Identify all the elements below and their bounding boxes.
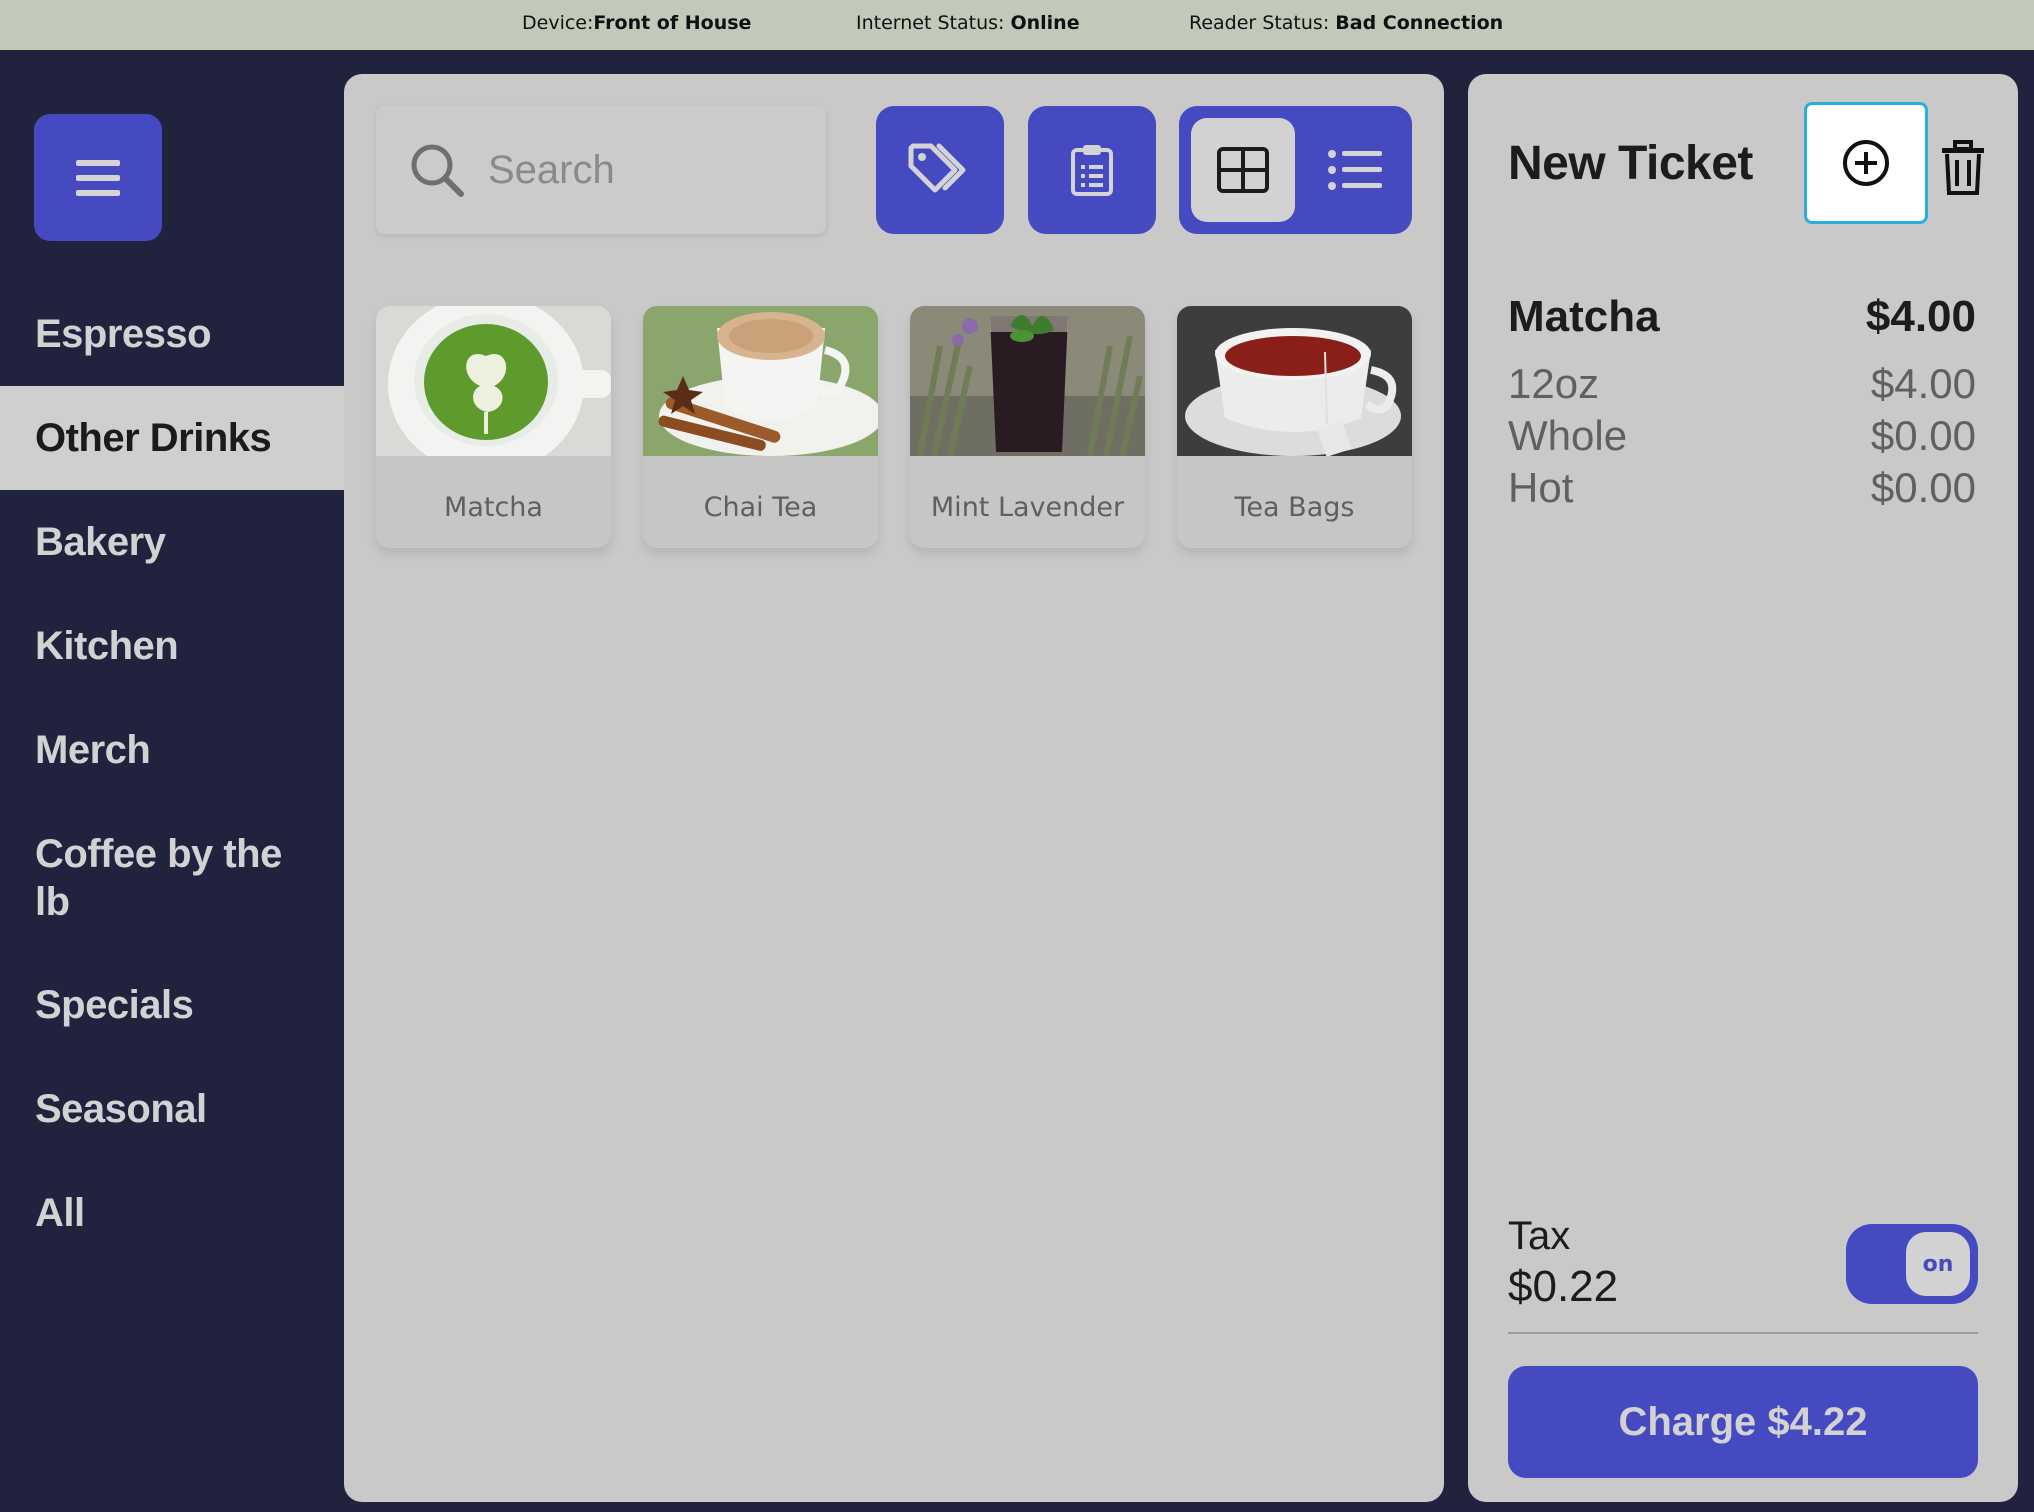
view-toggle bbox=[1179, 106, 1412, 234]
ticket-panel: New Ticket Matcha $4.00 12oz $4.00 Whole… bbox=[1468, 74, 2018, 1502]
internet-status-label: Internet Status: bbox=[856, 12, 1011, 34]
product-name: Matcha bbox=[444, 492, 543, 523]
sidebar-item-merch[interactable]: Merch bbox=[0, 726, 344, 774]
product-panel: Matcha Chai Tea Mint Lavender bbox=[344, 74, 1444, 1502]
tax-toggle[interactable]: on bbox=[1846, 1224, 1978, 1304]
list-icon bbox=[1328, 150, 1382, 190]
sidebar-item-kitchen[interactable]: Kitchen bbox=[0, 622, 344, 670]
sidebar-item-seasonal[interactable]: Seasonal bbox=[0, 1085, 344, 1133]
search-box[interactable] bbox=[376, 106, 826, 234]
notes-button[interactable] bbox=[1028, 106, 1156, 234]
device-status-label: Device: bbox=[522, 12, 594, 34]
modifier-price: $0.00 bbox=[1870, 412, 1976, 459]
modifier-price: $4.00 bbox=[1870, 360, 1976, 407]
sidebar-item-espresso[interactable]: Espresso bbox=[0, 310, 344, 358]
sidebar-item-coffee-by-the-lb[interactable]: Coffee by the lb bbox=[0, 830, 320, 926]
modifier-name: Whole bbox=[1508, 412, 1628, 459]
menu-button[interactable] bbox=[34, 114, 162, 241]
chai-tea-image bbox=[643, 306, 878, 456]
hamburger-icon bbox=[76, 159, 120, 196]
modifier-name: 12oz bbox=[1508, 360, 1600, 407]
divider bbox=[1508, 1332, 1978, 1334]
product-card-matcha[interactable]: Matcha bbox=[376, 306, 611, 548]
sidebar-item-all[interactable]: All bbox=[0, 1189, 344, 1237]
sidebar-item-bakery[interactable]: Bakery bbox=[0, 518, 344, 566]
internet-status-value: Online bbox=[1010, 12, 1080, 34]
reader-status-value: Bad Connection bbox=[1335, 12, 1504, 34]
tea-bags-image bbox=[1177, 306, 1412, 457]
modifier-name: Hot bbox=[1508, 464, 1574, 511]
sidebar-item-specials[interactable]: Specials bbox=[0, 981, 344, 1029]
tax-toggle-knob: on bbox=[1906, 1232, 1970, 1296]
modifier-price: $0.00 bbox=[1870, 464, 1976, 511]
delete-ticket-button[interactable] bbox=[1938, 140, 1988, 196]
add-ticket-button[interactable] bbox=[1804, 102, 1928, 224]
grid-view-button[interactable] bbox=[1191, 118, 1295, 222]
charge-button[interactable]: Charge $4.22 bbox=[1508, 1366, 1978, 1478]
discount-button[interactable] bbox=[876, 106, 1004, 234]
trash-icon bbox=[1942, 140, 1984, 195]
status-bar: Device:Front of House Internet Status: O… bbox=[0, 0, 2034, 50]
mint-lavender-image bbox=[910, 306, 1145, 457]
product-name: Mint Lavender bbox=[930, 492, 1125, 523]
plus-circle-icon bbox=[1843, 140, 1889, 186]
matcha-image bbox=[376, 306, 611, 474]
tax-label: Tax bbox=[1508, 1214, 1571, 1258]
sidebar-item-other-drinks[interactable]: Other Drinks bbox=[0, 386, 344, 490]
product-name: Tea Bags bbox=[1234, 492, 1355, 523]
tag-icon bbox=[908, 143, 966, 193]
product-card-tea-bags[interactable]: Tea Bags bbox=[1177, 306, 1412, 548]
search-input[interactable] bbox=[486, 146, 810, 194]
product-card-chai-tea[interactable]: Chai Tea bbox=[643, 306, 878, 548]
tax-value: $0.22 bbox=[1508, 1262, 1619, 1311]
reader-status: Reader Status: Bad Connection bbox=[1189, 12, 1503, 34]
clipboard-icon bbox=[1071, 145, 1113, 196]
reader-status-label: Reader Status: bbox=[1189, 12, 1336, 34]
device-status-value: Front of House bbox=[593, 12, 752, 34]
product-name: Chai Tea bbox=[703, 492, 818, 523]
search-icon bbox=[411, 144, 464, 197]
line-item-price: $4.00 bbox=[1865, 292, 1976, 341]
ticket-title: New Ticket bbox=[1508, 137, 1753, 190]
device-status: Device:Front of House bbox=[522, 12, 751, 34]
list-view-button[interactable] bbox=[1309, 118, 1401, 222]
line-item-name: Matcha bbox=[1508, 292, 1660, 341]
product-card-mint-lavender[interactable]: Mint Lavender bbox=[910, 306, 1145, 548]
grid-icon bbox=[1217, 147, 1269, 193]
internet-status: Internet Status: Online bbox=[856, 12, 1080, 34]
